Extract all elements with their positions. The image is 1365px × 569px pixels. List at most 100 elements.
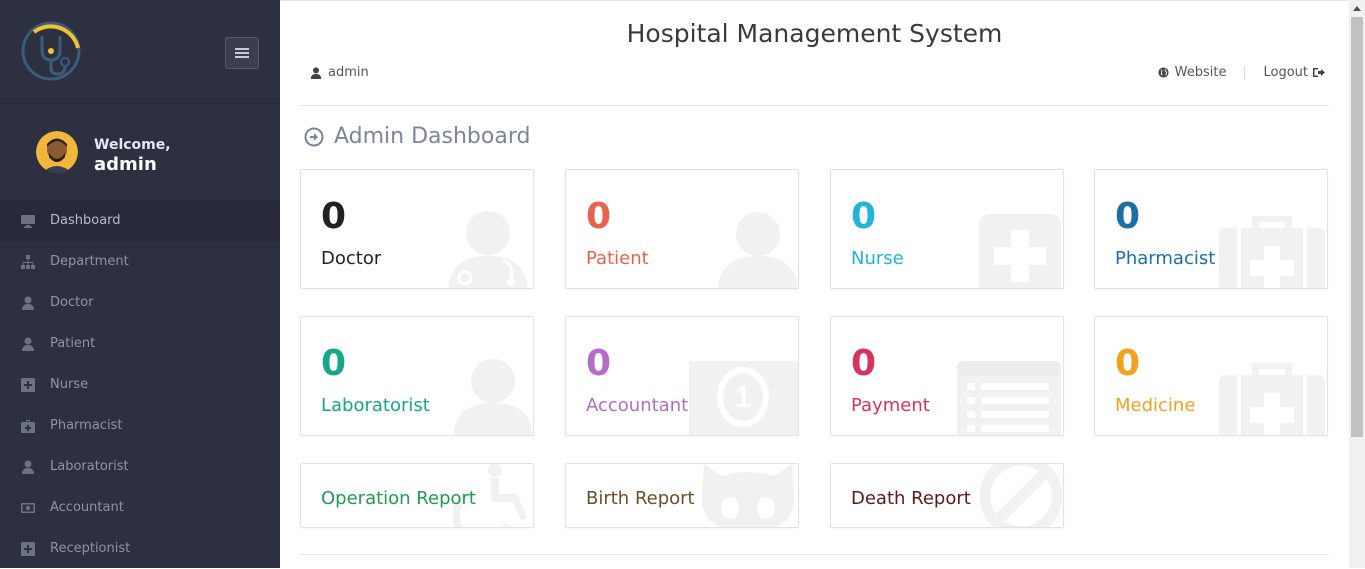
- sidebar-item-doctor[interactable]: Doctor: [0, 282, 280, 323]
- website-link[interactable]: Website: [1158, 65, 1227, 80]
- card-label: Birth Report: [586, 488, 695, 509]
- sidebar-item-label: Receptionist: [50, 541, 131, 556]
- divider: [1244, 65, 1246, 80]
- card-payment[interactable]: 0 Payment: [830, 316, 1064, 436]
- sidebar-item-patient[interactable]: Patient: [0, 323, 280, 364]
- scroll-up-arrow-icon[interactable]: [1349, 0, 1365, 16]
- card-label: Laboratorist: [321, 395, 430, 416]
- dashboard-heading: Admin Dashboard: [304, 124, 530, 149]
- card-label: Operation Report: [321, 488, 476, 509]
- arrow-circle-right-icon: [304, 127, 324, 146]
- card-count: 0: [851, 196, 877, 237]
- card-count: 0: [321, 343, 347, 384]
- welcome-panel: Welcome, admin: [0, 105, 280, 200]
- card-pharmacist[interactable]: 0 Pharmacist: [1094, 169, 1328, 289]
- user-icon: [20, 337, 36, 351]
- card-count: 0: [1115, 196, 1141, 237]
- ban-icon: [979, 464, 1063, 527]
- card-operation-report[interactable]: Operation Report: [300, 463, 534, 528]
- dashboard-title: Admin Dashboard: [334, 124, 531, 149]
- card-death-report[interactable]: Death Report: [830, 463, 1064, 528]
- card-label: Medicine: [1115, 395, 1196, 416]
- hamburger-icon: [235, 48, 249, 58]
- current-user-link[interactable]: admin: [310, 65, 369, 80]
- sidebar-item-nurse[interactable]: Nurse: [0, 364, 280, 405]
- card-count: 0: [586, 196, 612, 237]
- sidebar-item-dashboard[interactable]: Dashboard: [0, 200, 280, 241]
- stethoscope-logo-icon[interactable]: [20, 20, 82, 82]
- medkit-icon: [20, 419, 36, 433]
- medkit-icon: [1219, 216, 1325, 288]
- sidebar-item-label: Patient: [50, 336, 96, 351]
- monitor-icon: [20, 214, 36, 228]
- current-user-label: admin: [328, 65, 369, 80]
- list-alt-icon: [957, 361, 1061, 435]
- sidebar-item-label: Department: [50, 254, 129, 269]
- plus-square-icon: [20, 541, 36, 556]
- card-doctor[interactable]: 0 Doctor: [300, 169, 534, 289]
- card-count: 0: [586, 343, 612, 384]
- card-birth-report[interactable]: Birth Report: [565, 463, 799, 528]
- divider: [300, 105, 1329, 106]
- card-label: Patient: [586, 248, 649, 269]
- logout-link[interactable]: Logout: [1263, 65, 1325, 80]
- sidebar-item-label: Nurse: [50, 377, 89, 392]
- vertical-scrollbar[interactable]: [1349, 0, 1365, 568]
- sidebar-item-label: Pharmacist: [50, 418, 123, 433]
- money-icon: [20, 501, 36, 515]
- sidebar: Welcome, admin Dashboard Department Doct…: [0, 0, 280, 568]
- sidebar-item-label: Accountant: [50, 500, 124, 515]
- user-icon: [310, 66, 322, 79]
- github-alt-icon: [701, 464, 795, 527]
- website-label: Website: [1174, 65, 1227, 80]
- sidebar-item-receptionist[interactable]: Receptionist: [0, 528, 280, 569]
- user-md-icon: [20, 296, 36, 310]
- page-title: Hospital Management System: [626, 19, 1003, 48]
- card-count: 0: [321, 196, 347, 237]
- avatar[interactable]: [36, 131, 78, 173]
- user-icon: [20, 460, 36, 474]
- divider: [300, 554, 1329, 555]
- sidebar-item-label: Doctor: [50, 295, 94, 310]
- main-content: Hospital Management System admin Website…: [280, 0, 1349, 568]
- sign-out-icon: [1313, 68, 1325, 77]
- logout-label: Logout: [1263, 65, 1308, 80]
- card-label: Doctor: [321, 248, 382, 269]
- card-count: 0: [1115, 343, 1141, 384]
- user-md-icon: [448, 211, 528, 288]
- svg-text:1: 1: [735, 381, 752, 414]
- user-icon: [718, 212, 798, 288]
- card-accountant[interactable]: 1 0 Accountant: [565, 316, 799, 436]
- money-icon: 1: [689, 361, 798, 435]
- header-links: Website Logout: [1158, 65, 1325, 80]
- card-label: Payment: [851, 395, 930, 416]
- sidebar-item-label: Laboratorist: [50, 459, 129, 474]
- card-label: Pharmacist: [1115, 248, 1216, 269]
- user-avatar-icon: [36, 131, 78, 173]
- sidebar-item-laboratorist[interactable]: Laboratorist: [0, 446, 280, 487]
- sidebar-item-department[interactable]: Department: [0, 241, 280, 282]
- sidebar-nav: Dashboard Department Doctor Patient Nurs…: [0, 200, 280, 569]
- medkit-icon: [1219, 363, 1325, 435]
- card-label: Accountant: [586, 395, 689, 416]
- scrollbar-thumb[interactable]: [1351, 17, 1363, 437]
- card-laboratorist[interactable]: 0 Laboratorist: [300, 316, 534, 436]
- plus-square-icon: [979, 214, 1061, 288]
- sitemap-icon: [20, 254, 36, 269]
- user-icon: [453, 359, 533, 435]
- card-medicine[interactable]: 0 Medicine: [1094, 316, 1328, 436]
- card-label: Nurse: [851, 248, 904, 269]
- plus-square-icon: [20, 377, 36, 392]
- welcome-username: admin: [94, 154, 157, 175]
- card-nurse[interactable]: 0 Nurse: [830, 169, 1064, 289]
- card-count: 0: [851, 343, 877, 384]
- menu-toggle-button[interactable]: [225, 37, 259, 69]
- welcome-label: Welcome,: [94, 137, 171, 153]
- sidebar-item-pharmacist[interactable]: Pharmacist: [0, 405, 280, 446]
- card-patient[interactable]: 0 Patient: [565, 169, 799, 289]
- sidebar-brand: [0, 0, 280, 104]
- sidebar-item-label: Dashboard: [50, 213, 121, 228]
- sidebar-item-accountant[interactable]: Accountant: [0, 487, 280, 528]
- card-label: Death Report: [851, 488, 971, 509]
- globe-icon: [1158, 67, 1169, 78]
